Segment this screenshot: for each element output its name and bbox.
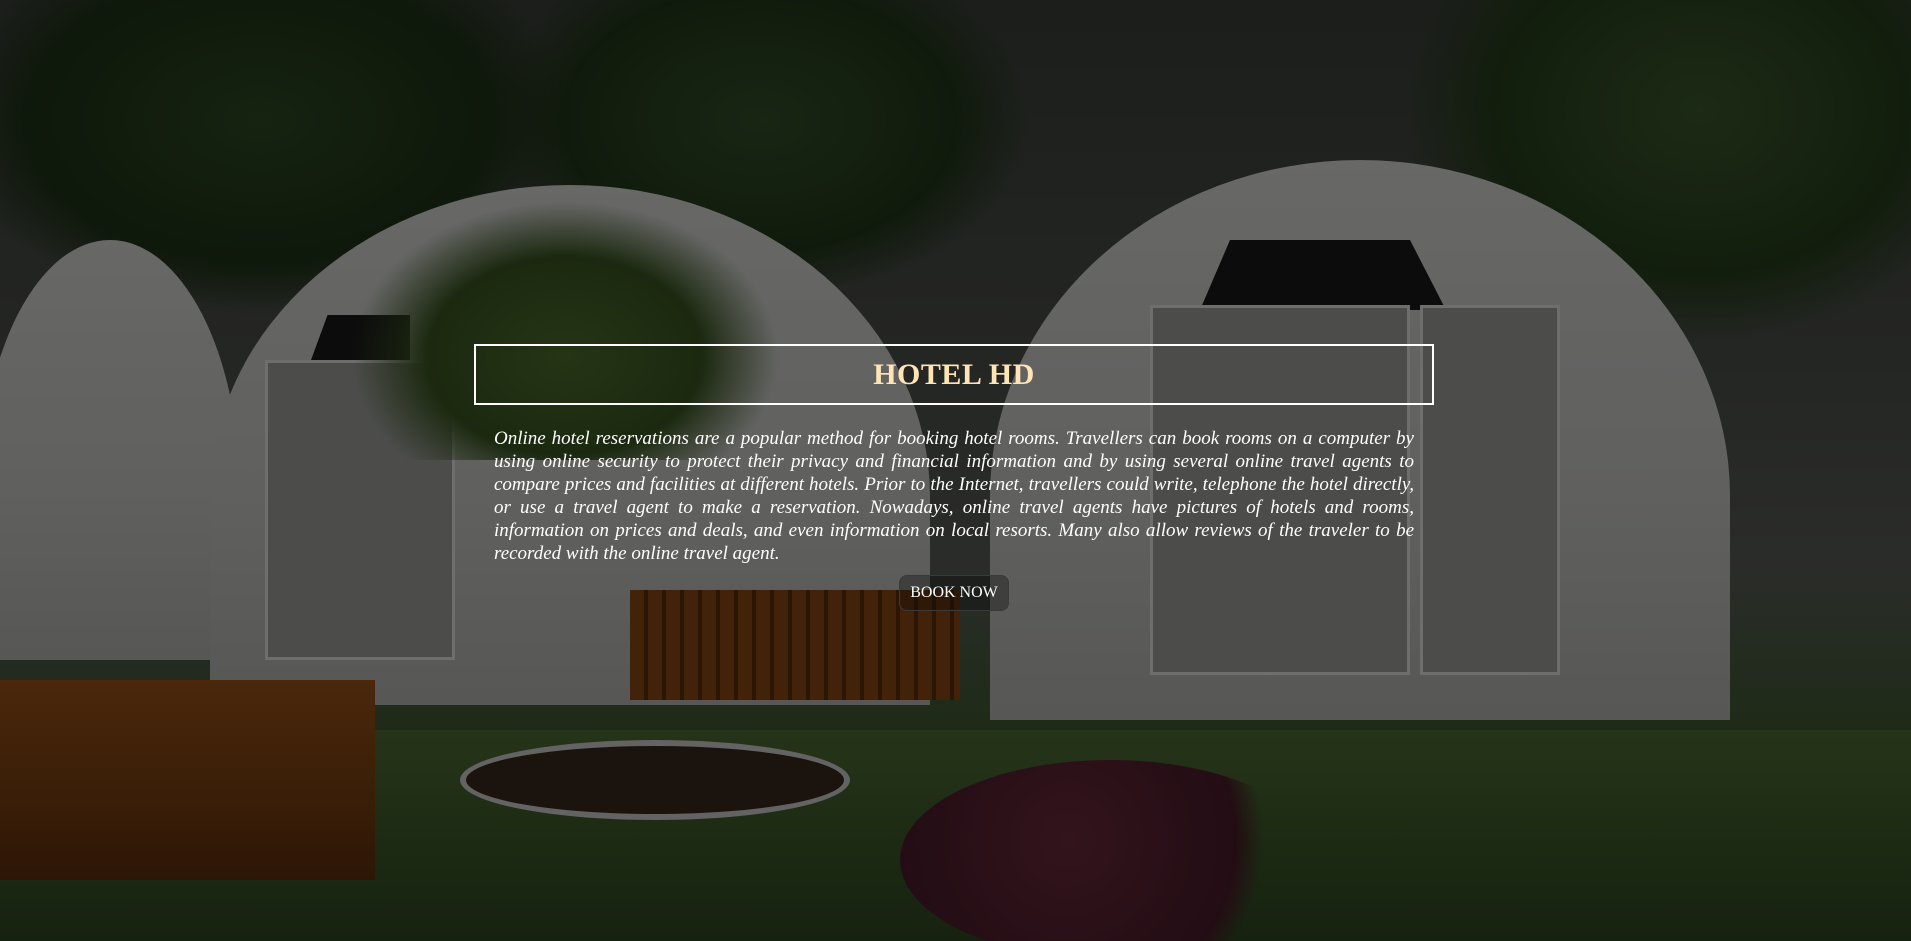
hero-section: HOTEL HD Online hotel reservations are a… (474, 344, 1434, 611)
book-now-button[interactable]: BOOK NOW (899, 575, 1009, 611)
hero-title: HOTEL HD (873, 357, 1035, 391)
hero-title-box: HOTEL HD (474, 344, 1434, 405)
hero-description: Online hotel reservations are a popular … (494, 428, 1414, 564)
